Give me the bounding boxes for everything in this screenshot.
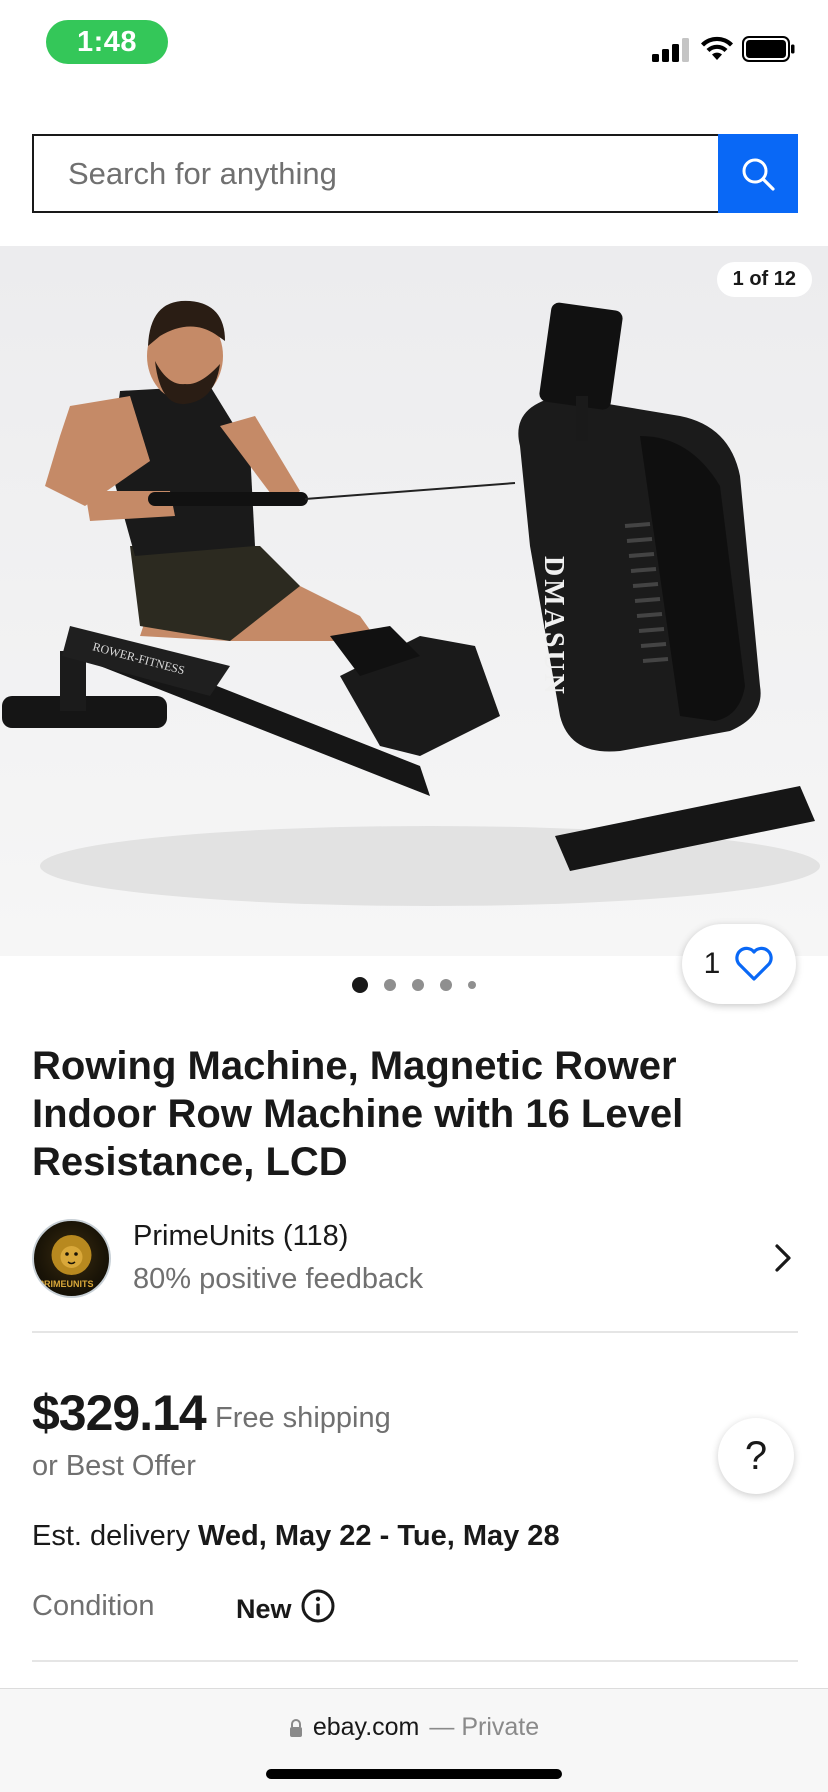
condition-label: Condition [32, 1590, 155, 1622]
help-button[interactable]: ? [718, 1418, 794, 1494]
url-domain: ebay.com [312, 1713, 420, 1741]
browser-address-bar[interactable]: ebay.com — Private [0, 1688, 828, 1792]
image-counter: 1 of 12 [716, 262, 812, 297]
price: $329.14 [32, 1385, 207, 1441]
status-time[interactable]: 1:48 [46, 20, 168, 64]
info-icon[interactable] [300, 1588, 336, 1624]
seller-avatar: PRIMEUNITS [32, 1218, 111, 1298]
condition-value: New [236, 1594, 292, 1624]
private-browsing-label: — Private [429, 1713, 540, 1741]
pagination-dot-active[interactable] [352, 977, 368, 993]
search-bar: Search for anything [32, 134, 798, 213]
seller-info: PrimeUnits (118) 80% positive feedback [133, 1220, 768, 1296]
pagination-dot[interactable] [384, 979, 396, 991]
seller-avatar-text: PRIMEUNITS [38, 1279, 94, 1289]
machine-brand-label: DMASUN [538, 556, 569, 697]
url-display[interactable]: ebay.com — Private [0, 1713, 828, 1742]
product-title: Rowing Machine, Magnetic Rower Indoor Ro… [32, 1044, 684, 1184]
pagination-dot[interactable] [468, 981, 476, 989]
seller-row[interactable]: PRIMEUNITS PrimeUnits (118) 80% positive… [32, 1218, 798, 1298]
pagination-dot[interactable] [412, 979, 424, 991]
divider [32, 1331, 798, 1333]
product-image-gallery[interactable]: ROWER-FITNESS DMASUN 1 of 12 [0, 246, 828, 956]
home-indicator[interactable] [266, 1769, 562, 1779]
battery-icon [742, 36, 795, 62]
lion-logo-icon: PRIMEUNITS [38, 1234, 94, 1289]
chevron-right-icon [775, 1244, 791, 1272]
divider [32, 1660, 798, 1662]
image-pagination-dots[interactable] [0, 977, 828, 993]
estimated-delivery: Est. delivery Wed, May 22 - Tue, May 28 [32, 1520, 560, 1553]
delivery-label: Est. delivery [32, 1520, 190, 1552]
seller-feedback: 80% positive feedback [133, 1263, 424, 1295]
shipping-text: Free shipping [215, 1402, 391, 1434]
search-icon [742, 158, 775, 191]
wifi-icon [701, 36, 733, 60]
delivery-dates: Wed, May 22 - Tue, May 28 [198, 1520, 560, 1552]
search-button[interactable] [718, 134, 798, 213]
lock-icon [289, 1718, 302, 1737]
search-input[interactable]: Search for anything [32, 134, 718, 213]
watch-count: 1 [703, 947, 721, 980]
pagination-dot[interactable] [440, 979, 452, 991]
status-bar: 1:48 [0, 0, 828, 100]
seller-name: PrimeUnits (118) [133, 1220, 349, 1252]
best-offer-text: or Best Offer [32, 1450, 196, 1482]
product-image: ROWER-FITNESS DMASUN [0, 246, 828, 956]
cellular-signal-icon [652, 38, 689, 62]
